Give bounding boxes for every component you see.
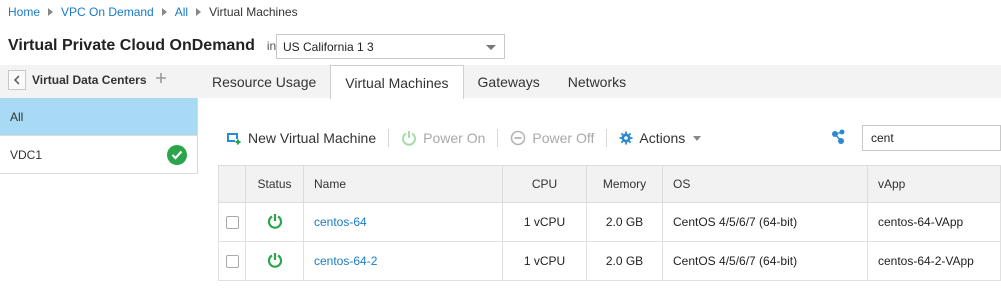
toolbar-divider [606,129,608,147]
breadcrumb: Home VPC On Demand All Virtual Machines [8,4,298,20]
cpu-cell: 1 vCPU [502,202,587,242]
check-circle-icon [167,145,187,165]
status-cell [245,202,304,242]
power-icon [401,130,417,146]
column-header-status[interactable]: Status [245,165,304,203]
row-checkbox[interactable] [225,255,239,269]
chevron-down-icon [693,135,702,141]
column-header-os[interactable]: OS [662,165,868,203]
search-input[interactable] [862,125,1001,151]
tab-resource-usage[interactable]: Resource Usage [198,65,330,98]
vm-name-link[interactable]: centos-64-2 [314,254,377,268]
power-on-label: Power On [423,130,486,146]
plus-icon [155,73,166,83]
row-checkbox-cell [218,241,246,281]
power-off-icon [510,130,526,146]
region-select-value: US California 1 3 [283,40,374,54]
power-icon [267,213,282,229]
sidebar: All VDC1 [0,98,198,174]
vapp-cell: centos-64-VApp [867,202,1001,242]
sidebar-item-all[interactable]: All [0,98,197,136]
column-header-vapp[interactable]: vApp [867,165,1001,203]
breadcrumb-current: Virtual Machines [209,5,298,19]
name-cell: centos-64-2 [303,241,503,281]
toolbar-divider [388,129,390,147]
column-header-memory[interactable]: Memory [586,165,663,203]
power-off-label: Power Off [532,130,595,146]
os-cell: CentOS 4/5/6/7 (64-bit) [662,202,868,242]
row-checkbox[interactable] [225,216,239,230]
power-on-button[interactable]: Power On [401,130,485,146]
tab-virtual-machines[interactable]: Virtual Machines [330,65,464,99]
vm-table: Status Name CPU Memory OS vApp centos-64… [218,165,1001,281]
row-checkbox-cell [218,202,246,242]
vm-name-link[interactable]: centos-64 [314,215,367,229]
tab-networks[interactable]: Networks [554,65,640,98]
cpu-cell: 1 vCPU [502,241,587,281]
power-icon [267,252,282,268]
tab-gateways[interactable]: Gateways [464,65,554,98]
toolbar: New Virtual Machine Power On Power Off A… [226,126,702,150]
select-column-header [218,165,246,203]
new-vm-icon [226,130,242,146]
breadcrumb-separator-icon [196,8,202,16]
breadcrumb-separator-icon [161,8,167,16]
title-row: Virtual Private Cloud OnDemand in [8,33,284,59]
sidebar-title: Virtual Data Centers [32,73,147,87]
sidebar-item-label: VDC1 [10,147,43,162]
region-select[interactable]: US California 1 3 [276,34,505,59]
table-row[interactable]: centos-64 1 vCPU 2.0 GB CentOS 4/5/6/7 (… [218,202,1001,242]
breadcrumb-home[interactable]: Home [8,5,40,19]
power-off-button[interactable]: Power Off [510,130,594,146]
breadcrumb-all[interactable]: All [175,5,188,19]
sidebar-item-vdc1[interactable]: VDC1 [0,136,197,174]
column-header-name[interactable]: Name [303,165,503,203]
vapp-cell: centos-64-2-VApp [867,241,1001,281]
table-header-row: Status Name CPU Memory OS vApp [218,165,1001,203]
status-cell [245,241,304,281]
breadcrumb-separator-icon [48,8,54,16]
tabs: Resource Usage Virtual Machines Gateways… [198,65,640,99]
in-label: in [266,39,277,53]
filter-icon[interactable] [830,128,848,151]
collapse-sidebar-button[interactable] [8,70,26,90]
breadcrumb-vpc-on-demand[interactable]: VPC On Demand [61,5,154,19]
new-virtual-machine-button[interactable]: New Virtual Machine [226,130,376,146]
add-vdc-button[interactable] [155,72,167,88]
sidebar-header: Virtual Data Centers [8,67,198,93]
new-virtual-machine-label: New Virtual Machine [248,130,377,146]
actions-dropdown[interactable]: Actions [619,130,702,146]
chevron-down-icon [486,45,496,50]
table-row[interactable]: centos-64-2 1 vCPU 2.0 GB CentOS 4/5/6/7… [218,241,1001,281]
column-header-cpu[interactable]: CPU [502,165,587,203]
chevron-left-icon [13,75,20,85]
toolbar-divider [497,129,499,147]
memory-cell: 2.0 GB [586,241,663,281]
name-cell: centos-64 [303,202,503,242]
gear-icon [619,131,633,145]
page-title: Virtual Private Cloud OnDemand [8,37,255,54]
os-cell: CentOS 4/5/6/7 (64-bit) [662,241,868,281]
memory-cell: 2.0 GB [586,202,663,242]
actions-label: Actions [639,130,686,146]
sidebar-item-label: All [10,109,24,124]
